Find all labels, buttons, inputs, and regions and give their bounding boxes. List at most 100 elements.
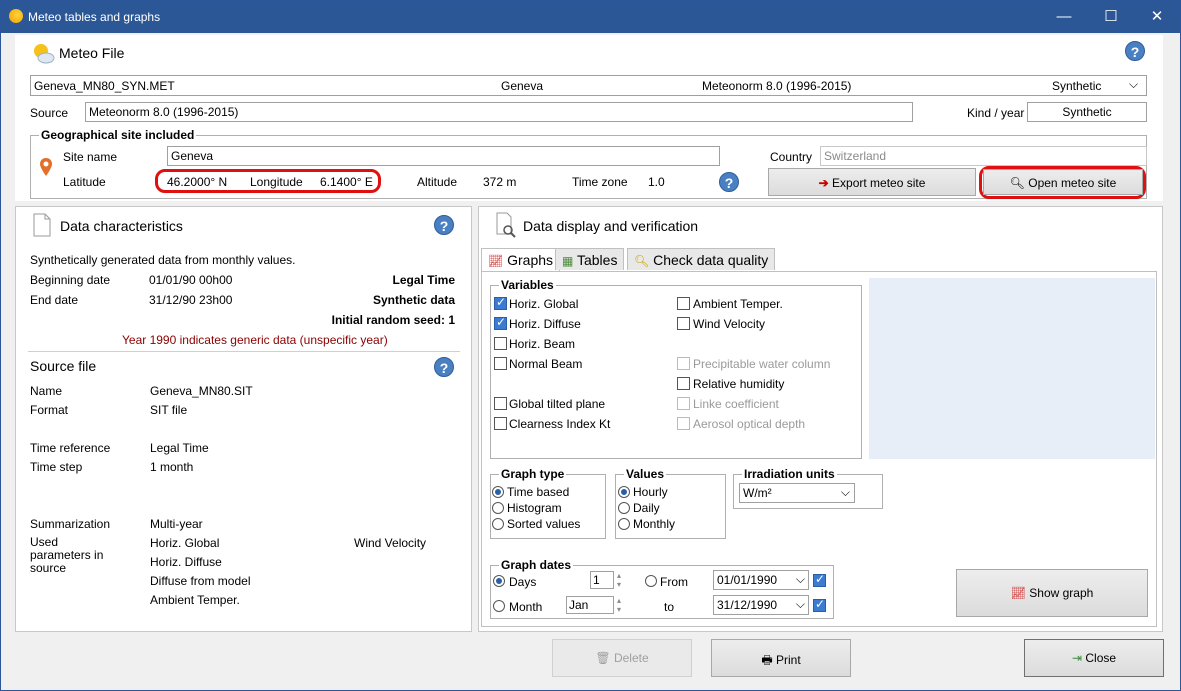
radio-hourly[interactable] [618,486,630,498]
to-date-value: 31/12/1990 [717,598,778,612]
var-label: Horiz. Beam [509,337,576,351]
document-icon [32,213,52,237]
show-graph-button[interactable]: 📈︎ Show graph [956,569,1148,617]
from-date-select[interactable]: 01/01/1990 ⌵ [713,570,809,590]
file-kind: Synthetic [1052,79,1102,93]
window-title: Meteo tables and graphs [28,10,161,24]
longitude-label: Longitude [250,175,303,189]
radio-monthly[interactable] [618,518,630,530]
radio-sorted-values[interactable] [492,518,504,530]
meteo-file-heading: Meteo File [59,45,125,61]
source-file-heading: Source file [30,358,97,374]
file-source-db: Meteonorm 8.0 (1996-2015) [702,79,852,93]
source-label: Source [30,106,69,120]
checkbox-ambient-temper[interactable] [677,297,690,310]
days-input[interactable]: 1 [590,571,614,589]
help-icon[interactable]: ? [434,357,454,377]
from-date-checkbox[interactable] [813,572,826,587]
chevron-down-icon: ⌵ [795,597,805,611]
legal-time-text: Legal Time [392,273,455,287]
to-date-select[interactable]: 31/12/1990 ⌵ [713,595,809,615]
tab-tables[interactable]: ▦ Tables [555,248,625,270]
print-label: Print [775,653,801,667]
irradiation-units-heading: Irradiation units [742,467,837,481]
irradiation-units-select[interactable]: W/m² ⌵ [739,483,855,503]
radio-histogram[interactable] [492,502,504,514]
summarization-label: Summarization [30,517,111,531]
radio-days[interactable] [493,575,505,587]
checkbox-wind-velocity[interactable] [677,317,690,330]
values-heading: Values [624,467,667,481]
country-field[interactable]: Switzerland [820,146,1147,166]
checkbox-relative-humidity[interactable] [677,377,690,390]
graph-type-label: Time based [507,485,570,499]
magnifier-icon: 🔍︎ [634,254,650,268]
summarization-value: Multi-year [150,517,203,531]
open-meteo-site-button[interactable]: 🔍︎ Open meteo site [983,169,1143,195]
param-item: Wind Velocity [354,536,427,550]
delete-button[interactable]: 🗑︎ Delete [552,639,692,677]
source-field[interactable]: Meteonorm 8.0 (1996-2015) [85,102,913,122]
export-icon: ➔ [818,176,829,190]
time-step-label: Time step [30,460,83,474]
checkbox-linke-coefficient[interactable] [677,397,690,410]
longitude-value: 6.1400° E [320,175,373,189]
close-window-button[interactable]: ✕ [1134,1,1180,33]
checkbox-horiz-beam[interactable] [494,337,507,350]
checkbox-horiz-diffuse[interactable] [494,315,507,330]
checkbox-clearness-index[interactable] [494,417,507,430]
latitude-value: 46.2000° N [167,175,228,189]
latitude-label: Latitude [63,175,106,189]
time-reference-value: Legal Time [150,441,209,455]
checkbox-precipitable-water[interactable] [677,357,690,370]
help-icon[interactable]: ? [719,172,739,192]
tab-check-data-quality[interactable]: 🔍︎ Check data quality [627,248,776,270]
maximize-button[interactable]: ☐ [1088,1,1134,33]
var-label: Global tilted plane [509,397,606,411]
close-button[interactable]: ⇥ Close [1024,639,1164,677]
var-label: Horiz. Global [509,297,579,311]
checkbox-normal-beam[interactable] [494,357,507,370]
checkbox-global-tilted[interactable] [494,397,507,410]
sun-cloud-icon [31,41,55,65]
kind-year-label: Kind / year [967,106,1025,120]
radio-month[interactable] [493,600,505,612]
site-name-field[interactable]: Geneva [167,146,720,166]
month-label: Month [509,600,543,614]
export-meteo-site-button[interactable]: ➔ Export meteo site [768,168,976,196]
var-label: Horiz. Diffuse [509,317,581,331]
help-icon[interactable]: ? [1125,41,1145,61]
checkbox-aerosol-depth[interactable] [677,417,690,430]
table-icon: ▦ [562,254,574,268]
trash-icon: 🗑︎ [595,651,611,665]
month-input[interactable]: Jan [566,596,614,614]
data-display-panel: Data display and verification 📈︎ Graphs … [478,206,1163,632]
format-label: Format [30,403,69,417]
help-icon[interactable]: ? [434,215,454,235]
kind-year-field[interactable]: Synthetic [1027,102,1147,122]
meteo-file-select[interactable]: Geneva_MN80_SYN.MET Geneva Meteonorm 8.0… [30,75,1147,96]
radio-daily[interactable] [618,502,630,514]
minimize-button[interactable]: — [1041,1,1087,33]
open-meteo-site-label: Open meteo site [1028,176,1117,190]
document-search-icon [495,212,517,238]
to-date-checkbox[interactable] [813,597,826,612]
tab-graphs[interactable]: 📈︎ Graphs [481,248,561,271]
file-name: Geneva_MN80_SYN.MET [34,79,175,93]
param-item: Ambient Temper. [150,593,240,607]
month-stepper-icon[interactable]: ▴ ▾ [617,596,621,614]
printer-icon: 🖶︎ [761,653,773,667]
synthetic-data-text: Synthetic data [372,293,455,307]
print-button[interactable]: 🖶︎ Print [711,639,851,677]
app-icon [9,9,23,23]
location-pin-icon [39,157,53,177]
delete-label: Delete [613,651,649,665]
from-label: From [660,575,688,589]
irradiation-units-value: W/m² [743,486,772,500]
tab-check-label: Check data quality [653,252,769,268]
radio-from[interactable] [645,575,657,587]
checkbox-horiz-global[interactable] [494,295,507,310]
radio-time-based[interactable] [492,486,504,498]
days-stepper-icon[interactable]: ▴ ▾ [617,571,621,589]
param-item: Horiz. Global [150,536,220,550]
